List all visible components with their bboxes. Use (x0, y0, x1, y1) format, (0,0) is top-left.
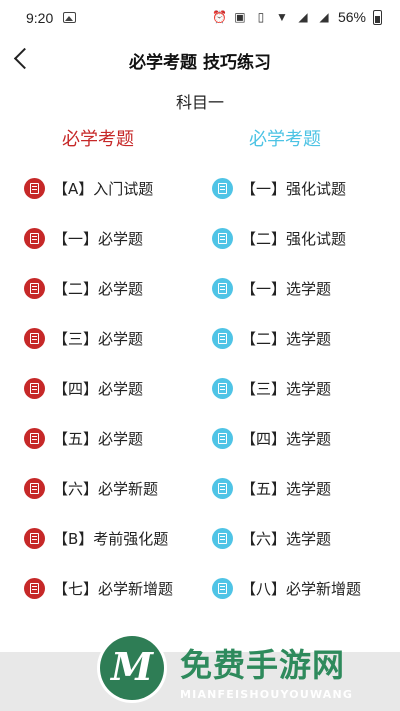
list-item[interactable]: 【六】必学新题 (24, 472, 173, 504)
signal-g-icon: ◢ (319, 10, 329, 24)
list-item-label: 【三】选学题 (241, 379, 332, 398)
list-item-label: 【二】强化试题 (241, 229, 347, 248)
list-item[interactable]: 【二】必学题 (24, 272, 173, 304)
document-icon (212, 227, 233, 249)
document-icon (24, 527, 45, 549)
watermark-text-en: MIANFEISHOUYOUWANG (180, 688, 354, 701)
document-icon (212, 577, 233, 599)
document-icon (24, 227, 45, 249)
document-icon (212, 277, 233, 299)
list-item[interactable]: 【三】选学题 (212, 372, 361, 404)
document-icon (24, 377, 45, 399)
status-icons: ⏰ ▣ ▯ ▼ ◢ ◢ 56% (212, 9, 382, 25)
list-item[interactable]: 【二】选学题 (212, 322, 361, 354)
list-item-label: 【B】考前强化题 (53, 529, 169, 548)
list-item-label: 【二】选学题 (241, 329, 332, 348)
list-item[interactable]: 【四】选学题 (212, 422, 361, 454)
left-exercise-list: 【A】入门试题 【一】必学题 【二】必学题 【三】必学题 【四】必学题 【五】必… (24, 172, 173, 622)
document-icon (212, 377, 233, 399)
document-icon (212, 477, 233, 499)
document-icon (24, 177, 45, 199)
list-item[interactable]: 【A】入门试题 (24, 172, 173, 204)
list-item[interactable]: 【二】强化试题 (212, 222, 361, 254)
document-icon (24, 327, 45, 349)
alarm-icon: ⏰ (211, 10, 227, 24)
list-item[interactable]: 【五】选学题 (212, 472, 361, 504)
watermark-text-cn: 免费手游网 (180, 646, 346, 684)
list-item[interactable]: 【一】必学题 (24, 222, 173, 254)
list-item[interactable]: 【一】选学题 (212, 272, 361, 304)
document-icon (24, 277, 45, 299)
nfc-icon: ▣ (234, 10, 246, 24)
logo-letter: M (110, 644, 154, 689)
page-title: 必学考题 技巧练习 (129, 53, 271, 73)
list-item-label: 【七】必学新增题 (53, 579, 174, 598)
document-icon (24, 577, 45, 599)
list-item-label: 【二】必学题 (53, 279, 144, 298)
document-icon (212, 177, 233, 199)
list-item-label: 【六】必学新题 (53, 479, 159, 498)
list-item-label: 【四】选学题 (241, 429, 332, 448)
wifi-icon: ▼ (276, 10, 288, 24)
list-item-label: 【A】入门试题 (53, 179, 154, 198)
list-item[interactable]: 【一】强化试题 (212, 172, 361, 204)
left-column-title: 必学考题 (62, 129, 134, 150)
list-item[interactable]: 【七】必学新增题 (24, 572, 173, 604)
list-item[interactable]: 【三】必学题 (24, 322, 173, 354)
list-item-label: 【四】必学题 (53, 379, 144, 398)
subject-label: 科目一 (175, 93, 224, 112)
document-icon (212, 327, 233, 349)
vibrate-icon: ▯ (257, 10, 265, 24)
list-item-label: 【六】选学题 (241, 529, 332, 548)
list-item-label: 【三】必学题 (53, 329, 144, 348)
list-item[interactable]: 【五】必学题 (24, 422, 173, 454)
status-bar: 9:20 ⏰ ▣ ▯ ▼ ◢ ◢ 56% (0, 0, 400, 36)
right-exercise-list: 【一】强化试题 【二】强化试题 【一】选学题 【二】选学题 【三】选学题 【四】… (212, 172, 361, 622)
list-item[interactable]: 【六】选学题 (212, 522, 361, 554)
list-item-label: 【八】必学新增题 (241, 579, 362, 598)
status-time: 9:20 (26, 10, 54, 26)
document-icon (24, 427, 45, 449)
list-item[interactable]: 【八】必学新增题 (212, 572, 361, 604)
list-item-label: 【一】选学题 (241, 279, 332, 298)
document-icon (24, 477, 45, 499)
signal-4g-icon: ◢ (298, 10, 308, 24)
document-icon (212, 527, 233, 549)
list-item-label: 【五】选学题 (241, 479, 332, 498)
list-item[interactable]: 【B】考前强化题 (24, 522, 173, 554)
battery-icon (373, 9, 382, 25)
battery-percent: 56% (337, 9, 366, 25)
image-icon (63, 12, 76, 23)
list-item-label: 【一】必学题 (53, 229, 144, 248)
list-item-label: 【一】强化试题 (241, 179, 347, 198)
list-item[interactable]: 【四】必学题 (24, 372, 173, 404)
document-icon (212, 427, 233, 449)
right-column-title: 必学考题 (249, 129, 321, 150)
watermark-logo: M (100, 636, 164, 700)
list-item-label: 【五】必学题 (53, 429, 144, 448)
